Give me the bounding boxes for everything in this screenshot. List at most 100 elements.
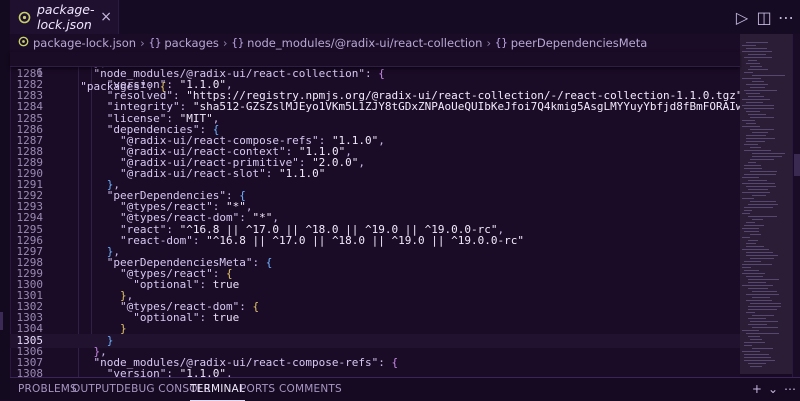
minimap-line — [750, 234, 761, 235]
panel-tab-problems[interactable]: PROBLEMS — [18, 378, 77, 400]
editor-actions: ▷ ◫ ⋯ — [734, 0, 794, 34]
breadcrumb-item[interactable]: {} peerDependenciesMeta — [495, 36, 647, 50]
minimap-line — [752, 81, 764, 82]
json-file-icon — [18, 36, 29, 50]
minimap-line — [748, 324, 767, 325]
breadcrumb-item[interactable]: {} node_modules/@radix-ui/react-collectio… — [232, 36, 483, 50]
minimap-line — [750, 201, 776, 202]
minimap-line — [744, 168, 762, 169]
minimap-line — [746, 312, 755, 313]
minimap-line — [742, 273, 765, 274]
panel-tab-terminal[interactable]: TERMINAL — [190, 378, 245, 401]
breadcrumb: package-lock.json ›{} packages ›{} node_modu… — [10, 34, 750, 52]
minimap-line — [744, 210, 752, 211]
minimap-line — [752, 219, 763, 220]
tab-label: package-lock.json — [37, 2, 95, 32]
panel-more-icon[interactable]: ⋯ — [784, 382, 796, 396]
minimap-line — [748, 306, 781, 307]
minimap-line — [744, 354, 769, 355]
sticky-scroll-header[interactable]: 6 "packages": { — [10, 52, 740, 93]
minimap-line — [746, 186, 776, 187]
minimap-line — [744, 144, 758, 145]
minimap-line — [742, 351, 760, 352]
minimap-line — [748, 288, 768, 289]
more-actions-icon[interactable]: ⋯ — [778, 8, 794, 27]
split-editor-icon[interactable]: ◫ — [756, 8, 772, 27]
chevron-right-icon: › — [140, 36, 145, 50]
minimap-line — [744, 357, 771, 358]
minimap-line — [750, 303, 781, 304]
terminal-dropdown-icon[interactable]: ⌄ — [768, 382, 778, 396]
minimap-line — [752, 132, 768, 133]
minimap-line — [750, 147, 761, 148]
minimap-line — [748, 189, 768, 190]
panel-tab-comments[interactable]: COMMENTS — [279, 378, 342, 400]
sticky-line-text: "packages": { — [80, 80, 167, 93]
minimap-line — [744, 225, 764, 226]
vertical-scrollbar[interactable] — [792, 34, 800, 377]
minimap-line — [746, 255, 778, 256]
tab-package-lock-json[interactable]: package-lock.json × — [10, 0, 119, 34]
code-editor[interactable]: 1280 },1281 "node_modules/@radix-ui/reac… — [10, 52, 740, 377]
minimap[interactable] — [740, 34, 792, 377]
close-icon[interactable]: × — [100, 9, 112, 25]
minimap-line — [746, 84, 768, 85]
minimap-line — [744, 345, 752, 346]
breadcrumb-label: peerDependenciesMeta — [510, 36, 648, 50]
minimap-line — [746, 48, 767, 49]
minimap-line — [746, 333, 779, 334]
minimap-line — [748, 114, 766, 115]
minimap-line — [742, 228, 759, 229]
minimap-line — [750, 159, 774, 160]
minimap-line — [748, 162, 756, 163]
minimap-line — [744, 270, 759, 271]
minimap-line — [744, 57, 772, 58]
activity-bar-marker — [0, 312, 3, 330]
panel-tab-ports[interactable]: PORTS — [240, 378, 275, 400]
minimap-line — [748, 216, 777, 217]
minimap-line — [744, 207, 773, 208]
minimap-line — [744, 165, 761, 166]
scrollbar-thumb[interactable] — [794, 154, 800, 176]
panel-actions: + ⌄ ⋯ — [752, 378, 796, 400]
minimap-line — [746, 93, 760, 94]
minimap-line — [752, 315, 774, 316]
minimap-line — [742, 105, 774, 106]
minimap-line — [748, 180, 767, 181]
minimap-line — [752, 327, 778, 328]
object-icon: {} — [231, 37, 245, 49]
breadcrumb-item[interactable]: package-lock.json — [18, 36, 136, 50]
minimap-line — [744, 360, 775, 361]
minimap-line — [742, 183, 775, 184]
minimap-line — [742, 198, 754, 199]
line-number: 1308 — [16, 366, 44, 377]
new-terminal-icon[interactable]: + — [752, 382, 762, 396]
minimap-line — [752, 348, 773, 349]
minimap-line — [742, 330, 759, 331]
chevron-right-icon: › — [486, 36, 492, 50]
minimap-line — [746, 294, 779, 295]
minimap-line — [746, 138, 775, 139]
code-text: "version": "1.1.0", — [106, 366, 233, 377]
minimap-line — [750, 366, 762, 367]
code-line[interactable]: 1308 "version": "1.1.0", — [10, 367, 740, 377]
breadcrumb-label: node_modules/@radix-ui/react-collection — [247, 36, 483, 50]
minimap-line — [744, 261, 761, 262]
panel-tab-output[interactable]: OUTPUT — [72, 378, 116, 400]
minimap-line — [750, 129, 774, 130]
minimap-line — [748, 204, 778, 205]
minimap-line — [742, 237, 750, 238]
minimap-line — [742, 213, 750, 214]
minimap-line — [744, 108, 774, 109]
minimap-line — [750, 117, 774, 118]
minimap-line — [742, 51, 772, 52]
minimap-line — [744, 342, 765, 343]
run-icon[interactable]: ▷ — [734, 8, 750, 27]
minimap-line — [748, 54, 766, 55]
minimap-line — [748, 96, 764, 97]
bottom-panel: PROBLEMS OUTPUT DEBUG CONSOLE TERMINAL PORTS… — [10, 377, 800, 401]
minimap-line — [752, 291, 777, 292]
minimap-line — [742, 78, 761, 79]
breadcrumb-item[interactable]: {} packages — [149, 36, 219, 50]
minimap-line — [742, 249, 769, 250]
